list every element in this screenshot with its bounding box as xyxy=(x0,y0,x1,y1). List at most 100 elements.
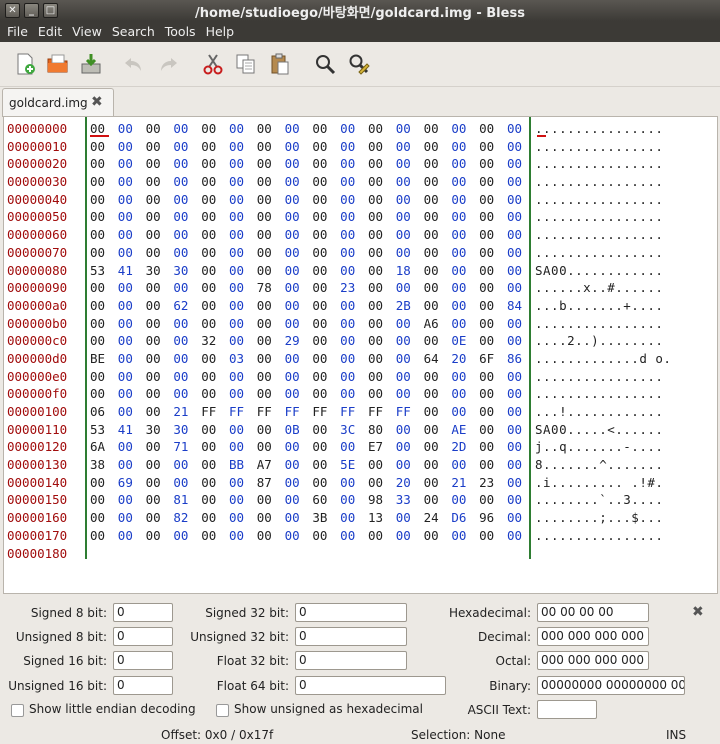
hex-byte[interactable]: 00 xyxy=(118,138,146,156)
hex-byte[interactable]: 00 xyxy=(257,315,285,333)
hex-byte[interactable]: 00 xyxy=(285,456,313,474)
hex-byte[interactable]: 00 xyxy=(396,173,424,191)
hex-byte[interactable]: 00 xyxy=(340,332,368,350)
menu-tools[interactable]: Tools xyxy=(160,21,201,42)
hex-row[interactable]: 00 00 00 00 00 00 00 00 00 00 00 00 00 00 00 00 xyxy=(90,368,526,386)
hex-byte[interactable]: 00 xyxy=(146,155,174,173)
hex-byte[interactable]: 00 xyxy=(146,315,174,333)
hex-byte[interactable]: 00 xyxy=(340,350,368,368)
hex-byte[interactable]: 00 xyxy=(285,244,313,262)
hex-byte[interactable]: 00 xyxy=(479,155,507,173)
hex-byte[interactable]: D6 xyxy=(451,509,479,527)
hex-byte[interactable]: 00 xyxy=(479,315,507,333)
hex-byte[interactable]: 00 xyxy=(368,474,396,492)
hex-byte[interactable]: 00 xyxy=(146,297,174,315)
hex-byte[interactable]: 00 xyxy=(368,350,396,368)
undo-button[interactable] xyxy=(120,50,148,78)
hex-byte[interactable]: 00 xyxy=(257,191,285,209)
hex-byte[interactable]: 00 xyxy=(201,173,229,191)
hex-byte[interactable]: 00 xyxy=(368,138,396,156)
hex-byte[interactable]: 00 xyxy=(479,262,507,280)
hex-byte[interactable]: BB xyxy=(229,456,257,474)
hex-byte[interactable]: 00 xyxy=(285,155,313,173)
hex-byte[interactable]: 00 xyxy=(90,527,118,545)
hex-row[interactable]: BE 00 00 00 00 03 00 00 00 00 00 00 64 20 6F 86 xyxy=(90,350,526,368)
hex-byte[interactable]: 00 xyxy=(146,509,174,527)
hex-byte[interactable]: 00 xyxy=(340,155,368,173)
hex-byte[interactable]: 00 xyxy=(312,368,340,386)
hex-byte[interactable]: 00 xyxy=(118,173,146,191)
hex-byte[interactable]: 00 xyxy=(479,244,507,262)
hex-byte[interactable]: 00 xyxy=(285,262,313,280)
hex-byte[interactable]: 00 xyxy=(257,297,285,315)
hex-byte[interactable]: 00 xyxy=(90,191,118,209)
hex-byte[interactable]: 00 xyxy=(90,368,118,386)
ascii-row[interactable]: ....2..)........ xyxy=(535,332,715,350)
hex-byte[interactable]: 0B xyxy=(285,421,313,439)
hex-byte[interactable]: 00 xyxy=(257,173,285,191)
hex-byte[interactable]: 00 xyxy=(451,173,479,191)
hex-byte[interactable]: 00 xyxy=(257,527,285,545)
redo-button[interactable] xyxy=(154,50,182,78)
hex-byte[interactable]: 64 xyxy=(424,350,452,368)
hex-byte[interactable]: 00 xyxy=(312,191,340,209)
hex-byte[interactable]: 00 xyxy=(368,385,396,403)
hex-row[interactable]: 00 00 00 00 32 00 00 29 00 00 00 00 00 0E 00 00 xyxy=(90,332,526,350)
ascii-row[interactable]: ......x..#...... xyxy=(535,279,715,297)
hex-byte[interactable]: A7 xyxy=(257,456,285,474)
hex-byte[interactable]: FF xyxy=(285,403,313,421)
hex-byte[interactable]: FF xyxy=(257,403,285,421)
hex-byte[interactable]: 81 xyxy=(173,491,201,509)
hex-byte[interactable]: 00 xyxy=(90,332,118,350)
hex-byte[interactable]: 00 xyxy=(173,315,201,333)
hex-byte[interactable]: 00 xyxy=(173,138,201,156)
hex-row[interactable]: 00 00 00 00 00 00 00 00 00 00 00 00 00 00 00 00 xyxy=(90,244,526,262)
find-replace-button[interactable] xyxy=(345,50,373,78)
hex-byte[interactable]: 00 xyxy=(257,385,285,403)
hex-byte[interactable]: 00 xyxy=(396,350,424,368)
ascii-row[interactable]: SA00............ xyxy=(535,262,715,280)
hex-byte[interactable]: 00 xyxy=(451,297,479,315)
hex-editor[interactable]: 00000000 00000010 00000020 00000030 00000040… xyxy=(3,116,718,594)
hex-byte[interactable]: 00 xyxy=(257,244,285,262)
hex-byte[interactable]: 00 xyxy=(396,527,424,545)
hex-byte[interactable]: 00 xyxy=(146,191,174,209)
hex-row[interactable]: 00 00 00 00 00 00 00 00 00 00 00 00 00 00 00 00 xyxy=(90,191,526,209)
hex-byte[interactable]: A6 xyxy=(424,315,452,333)
hex-byte[interactable]: 00 xyxy=(285,385,313,403)
signed8-field[interactable]: 0 xyxy=(113,603,173,622)
hex-byte[interactable]: 71 xyxy=(173,438,201,456)
hex-byte[interactable]: 00 xyxy=(396,120,424,138)
hex-byte[interactable]: 00 xyxy=(118,120,146,138)
hex-byte[interactable]: 00 xyxy=(340,262,368,280)
ascii-row[interactable]: ................ xyxy=(535,155,715,173)
hex-byte[interactable]: 00 xyxy=(368,155,396,173)
hex-byte[interactable]: 00 xyxy=(118,297,146,315)
hex-byte[interactable]: 00 xyxy=(368,208,396,226)
hex-byte[interactable]: 3C xyxy=(340,421,368,439)
hex-byte[interactable]: 00 xyxy=(173,226,201,244)
hex-byte[interactable]: 00 xyxy=(368,120,396,138)
ascii-row[interactable]: ................ xyxy=(535,226,715,244)
hex-byte[interactable]: 00 xyxy=(368,527,396,545)
hex-byte[interactable]: 00 xyxy=(368,332,396,350)
hex-byte[interactable]: 21 xyxy=(451,474,479,492)
hex-byte[interactable]: 00 xyxy=(340,368,368,386)
hex-byte[interactable]: 00 xyxy=(285,297,313,315)
hex-byte[interactable]: 20 xyxy=(451,350,479,368)
hex-byte[interactable]: FF xyxy=(340,403,368,421)
hex-row[interactable]: 53 41 30 30 00 00 00 00 00 00 00 18 00 00 00 00 xyxy=(90,262,526,280)
hex-byte[interactable]: 00 xyxy=(368,262,396,280)
hex-byte[interactable]: 00 xyxy=(201,474,229,492)
hex-byte[interactable]: 00 xyxy=(451,191,479,209)
hex-byte[interactable]: 00 xyxy=(257,368,285,386)
hex-byte[interactable]: 18 xyxy=(396,262,424,280)
hex-byte[interactable]: 00 xyxy=(201,456,229,474)
hex-byte[interactable]: 00 xyxy=(451,155,479,173)
hex-byte[interactable]: 00 xyxy=(285,491,313,509)
hex-byte[interactable]: 00 xyxy=(257,421,285,439)
hex-byte[interactable]: 00 xyxy=(424,120,452,138)
hex-byte[interactable]: 00 xyxy=(396,332,424,350)
hex-byte[interactable]: 00 xyxy=(118,350,146,368)
hex-byte[interactable]: 00 xyxy=(257,332,285,350)
